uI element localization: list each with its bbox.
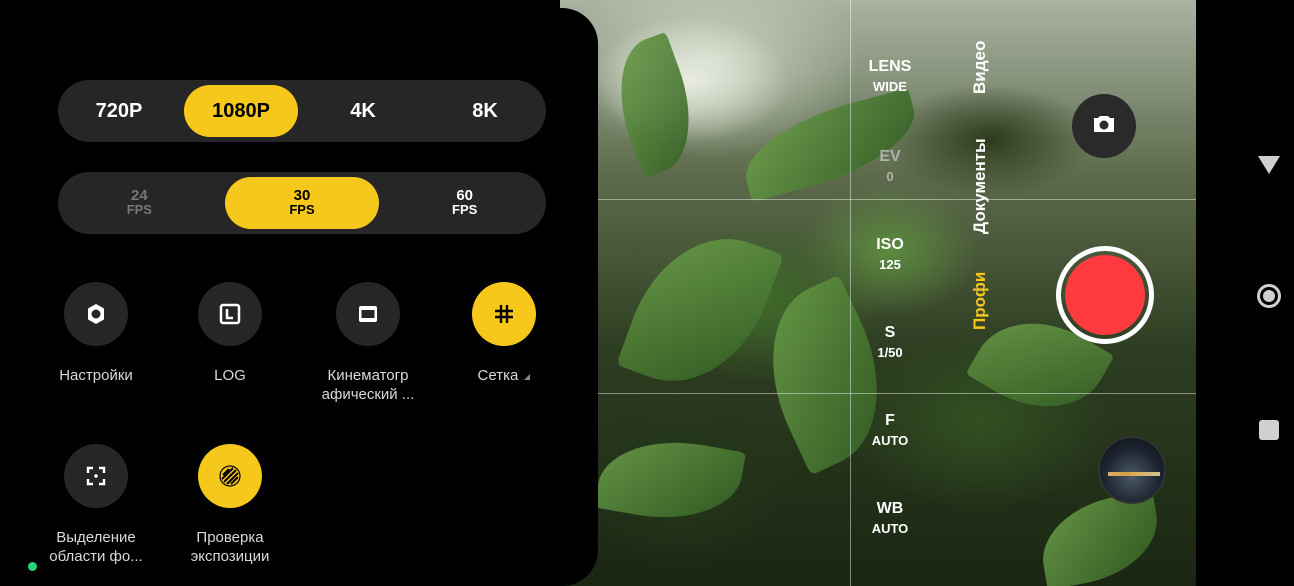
fps-60[interactable]: 60 FPS <box>387 177 542 229</box>
pro-control-value: 125 <box>879 257 901 272</box>
tool-label: LOG <box>214 367 246 384</box>
resolution-720p[interactable]: 720P <box>62 85 176 137</box>
focus-area-icon <box>64 444 128 508</box>
camera-icon <box>1092 114 1116 139</box>
recents-square-icon[interactable] <box>1259 420 1279 440</box>
mode-video[interactable]: Видео <box>970 41 990 94</box>
exposure-check-icon <box>198 444 262 508</box>
fps-unit: FPS <box>126 202 152 217</box>
tool-log[interactable]: LOG <box>170 282 290 385</box>
pro-control-iso[interactable]: ISO 125 <box>848 236 932 272</box>
gallery-thumbnail[interactable] <box>1098 436 1166 504</box>
pro-control-name: LENS <box>868 58 912 75</box>
mode-pro[interactable]: Профи <box>970 272 990 330</box>
tool-exposure-check[interactable]: Проверка экспозиции <box>170 444 290 566</box>
grid-icon <box>472 282 536 346</box>
fps-30[interactable]: 30 FPS <box>224 177 380 229</box>
quick-settings-panel: 720P 1080P 4K 8K 24 FPS 30 FPS 60 FPS На… <box>8 8 598 586</box>
record-icon <box>1065 255 1145 335</box>
grid-line-horizontal <box>560 199 1196 200</box>
mode-documents[interactable]: Документы <box>970 138 990 234</box>
dropdown-corner-icon <box>524 374 531 380</box>
home-circle-icon[interactable] <box>1257 284 1281 308</box>
fps-value: 60 <box>456 187 474 204</box>
fps-selector: 24 FPS 30 FPS 60 FPS <box>58 172 546 234</box>
tool-focus-area[interactable]: Выделение области фо... <box>36 444 156 566</box>
tool-cinematic[interactable]: Кинематогр афический ... <box>308 282 428 404</box>
resolution-selector: 720P 1080P 4K 8K <box>58 80 546 142</box>
pro-control-lens[interactable]: LENS WIDE <box>848 58 932 94</box>
pro-control-value: 0 <box>886 169 894 184</box>
resolution-4k[interactable]: 4K <box>306 85 420 137</box>
pro-control-value: AUTO <box>871 521 909 536</box>
pro-control-name: ISO <box>876 236 904 253</box>
pro-control-name: WB <box>876 500 904 517</box>
pro-control-ev[interactable]: EV 0 <box>848 148 932 184</box>
back-triangle-icon[interactable] <box>1258 156 1280 174</box>
resolution-1080p[interactable]: 1080P <box>184 85 298 137</box>
record-button[interactable] <box>1056 246 1154 344</box>
tool-label: Кинематогр афический ... <box>321 367 415 403</box>
fps-unit: FPS <box>452 202 478 217</box>
log-icon <box>198 282 262 346</box>
pro-control-shutter[interactable]: S 1/50 <box>848 324 932 360</box>
tool-label: Настройки <box>59 367 133 384</box>
fps-unit: FPS <box>289 202 315 217</box>
status-indicator-dot <box>28 562 37 571</box>
switch-to-photo-button[interactable] <box>1072 94 1136 158</box>
fps-value: 24 <box>130 187 148 204</box>
fps-24[interactable]: 24 FPS <box>62 177 217 229</box>
pro-control-aperture[interactable]: F AUTO <box>848 412 932 448</box>
cinematic-icon <box>336 282 400 346</box>
tool-label: Проверка экспозиции <box>190 529 270 565</box>
tool-label: Выделение области фо... <box>49 529 143 565</box>
pro-control-name: S <box>884 324 896 341</box>
tool-label: Сетка <box>477 367 519 384</box>
pro-control-value: 1/50 <box>877 345 903 360</box>
tool-settings[interactable]: Настройки <box>36 282 156 385</box>
resolution-8k[interactable]: 8K <box>428 85 542 137</box>
fps-value: 30 <box>293 187 311 204</box>
pro-control-name: F <box>885 412 895 429</box>
pro-control-white-balance[interactable]: WB AUTO <box>848 500 932 536</box>
tool-grid[interactable]: Сетка <box>444 282 564 385</box>
pro-control-value: AUTO <box>871 433 909 448</box>
pro-control-name: EV <box>879 148 901 165</box>
grid-line-horizontal <box>560 393 1196 394</box>
settings-gear-icon <box>64 282 128 346</box>
pro-control-value: WIDE <box>873 79 907 94</box>
